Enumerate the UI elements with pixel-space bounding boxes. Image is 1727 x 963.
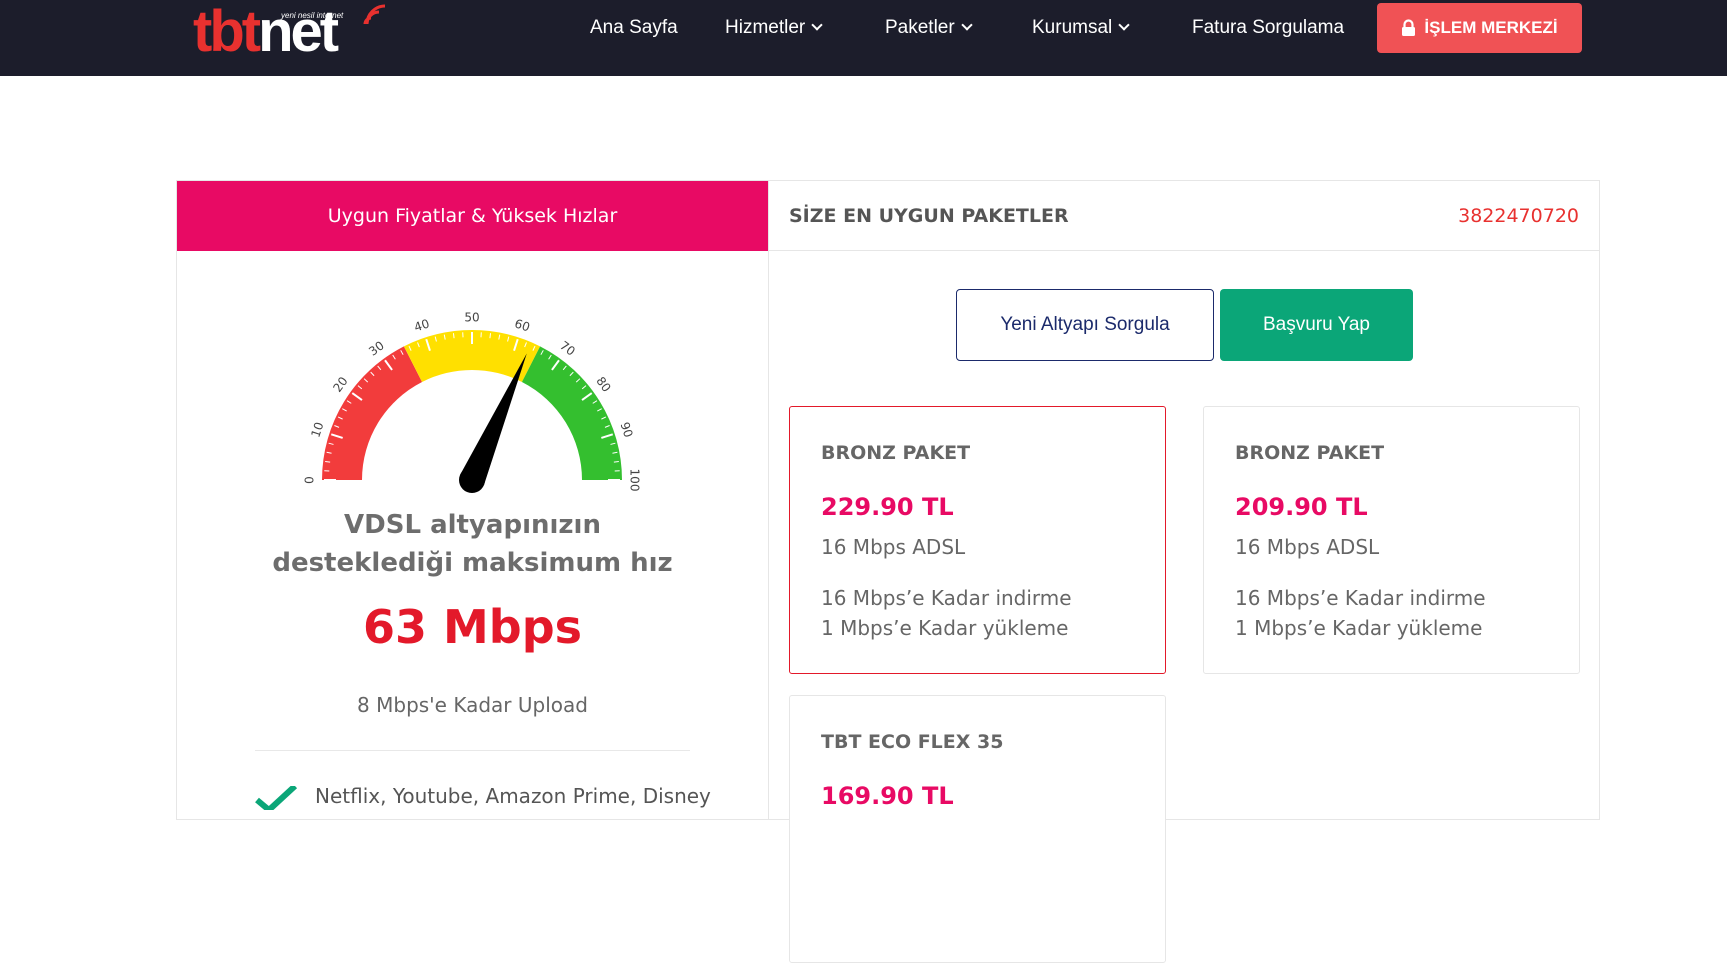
chevron-down-icon <box>812 19 823 30</box>
gauge-label-0: 0 <box>303 476 317 484</box>
phone-number[interactable]: 3822470720 <box>1458 205 1579 227</box>
package-download: 16 Mbps’e Kadar indirme <box>821 586 1072 610</box>
tbtnet-logo[interactable]: tbtnet yeni nesil internet <box>193 0 393 70</box>
gauge-tick <box>453 333 454 338</box>
package-name: BRONZ PAKET <box>1235 442 1384 464</box>
column-divider <box>768 180 769 820</box>
chevron-down-icon <box>1119 19 1130 30</box>
islem-merkezi-button[interactable]: İŞLEM MERKEZİ <box>1377 3 1582 53</box>
gauge-label-70: 70 <box>557 338 578 358</box>
package-name: BRONZ PAKET <box>821 442 970 464</box>
package-card-bronz-209[interactable]: BRONZ PAKET 209.90 TL 16 Mbps ADSL 16 Mb… <box>1203 406 1580 674</box>
signal-icon <box>361 0 389 28</box>
package-price: 229.90 TL <box>821 493 954 521</box>
top-navbar: tbtnet yeni nesil internet Ana Sayfa Hiz… <box>0 0 1727 76</box>
needle-hub <box>459 467 485 493</box>
nav-kurumsal[interactable]: Kurumsal <box>1032 0 1128 56</box>
upload-speed: 8 Mbps'e Kadar Upload <box>250 693 695 717</box>
gauge-label-100: 100 <box>628 469 642 492</box>
needle-pointer <box>460 353 527 485</box>
lock-icon <box>1401 19 1416 37</box>
max-speed-value: 63 Mbps <box>250 600 695 654</box>
gauge-label-50: 50 <box>464 311 479 325</box>
logo-tagline: yeni nesil internet <box>281 11 343 20</box>
gauge-needle <box>459 353 527 493</box>
package-download: 16 Mbps’e Kadar indirme <box>1235 586 1486 610</box>
gauge-tick <box>325 461 330 462</box>
package-upload: 1 Mbps’e Kadar yükleme <box>821 616 1068 640</box>
package-card-tbt-eco-flex-35[interactable]: TBT ECO FLEX 35 169.90 TL <box>789 695 1166 963</box>
package-upload: 1 Mbps’e Kadar yükleme <box>1235 616 1482 640</box>
package-price: 209.90 TL <box>1235 493 1368 521</box>
package-plan: 16 Mbps ADSL <box>1235 535 1379 559</box>
divider <box>255 750 690 751</box>
packages-heading: SİZE EN UYGUN PAKETLER <box>789 205 1069 227</box>
nav-fatura-sorgulama[interactable]: Fatura Sorgulama <box>1192 0 1344 56</box>
gauge-label-20: 20 <box>330 374 350 395</box>
package-plan: 16 Mbps ADSL <box>821 535 965 559</box>
right-panel-header: SİZE EN UYGUN PAKETLER 3822470720 <box>769 181 1599 251</box>
speed-gauge: 0 10 20 30 40 50 60 70 80 90 100 <box>300 305 645 500</box>
gauge-label-60: 60 <box>513 316 532 334</box>
package-card-bronz-229[interactable]: BRONZ PAKET 229.90 TL 16 Mbps ADSL 16 Mb… <box>789 406 1166 674</box>
nav-paketler[interactable]: Paketler <box>885 0 971 56</box>
package-name: TBT ECO FLEX 35 <box>821 731 1003 753</box>
package-price: 169.90 TL <box>821 782 954 810</box>
gauge-label-40: 40 <box>412 316 431 334</box>
new-infrastructure-query-button[interactable]: Yeni Altyapı Sorgula <box>956 289 1214 361</box>
apply-button[interactable]: Başvuru Yap <box>1220 289 1413 361</box>
gauge-zone-2 <box>522 346 622 480</box>
gauge-label-80: 80 <box>593 374 613 395</box>
gauge-tick <box>614 461 619 462</box>
nav-hizmetler[interactable]: Hizmetler <box>725 0 821 56</box>
gauge-label-90: 90 <box>618 420 636 439</box>
check-icon <box>255 786 297 810</box>
gauge-label-30: 30 <box>366 338 387 358</box>
gauge-zone-0 <box>322 346 422 480</box>
feature-streaming: Netflix, Youtube, Amazon Prime, Disney <box>315 784 711 808</box>
left-panel-header: Uygun Fiyatlar & Yüksek Hızlar <box>177 181 768 251</box>
gauge-label-10: 10 <box>308 420 326 439</box>
speed-title: VDSL altyapınızın desteklediği maksimum … <box>250 506 695 582</box>
gauge-tick <box>490 333 491 338</box>
nav-ana-sayfa[interactable]: Ana Sayfa <box>590 0 678 56</box>
chevron-down-icon <box>961 19 972 30</box>
